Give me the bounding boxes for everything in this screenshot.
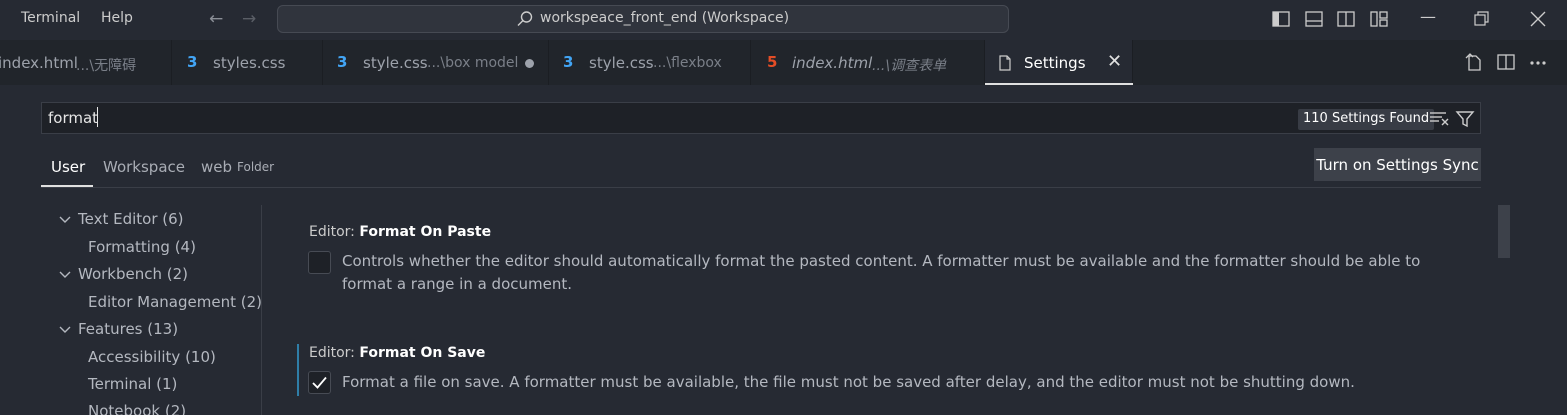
restore-icon[interactable] — [1471, 9, 1491, 29]
clear-filter-icon[interactable] — [1429, 110, 1449, 126]
setting-title-format-on-save: Editor: Format On Save — [309, 345, 485, 361]
toggle-panel-icon[interactable] — [1304, 9, 1324, 29]
toc-terminal[interactable]: Terminal (1) — [88, 375, 177, 393]
forward-arrow-icon[interactable]: → — [242, 9, 256, 29]
setting-name: Format On Paste — [359, 224, 492, 240]
title-bar: Terminal Help ← → workspeace_front_end (… — [0, 0, 1567, 40]
editor-tab-bar: index.html ...\无障碍 3 styles.css 3 style.… — [0, 40, 1567, 85]
setting-name: Format On Save — [359, 345, 486, 361]
svg-text:3: 3 — [337, 54, 347, 70]
css-icon: 3 — [337, 54, 347, 70]
command-center-label: workspeace_front_end (Workspace) — [540, 10, 790, 26]
toc-formatting[interactable]: Formatting (4) — [88, 238, 196, 256]
settings-search-input[interactable] — [48, 107, 1248, 129]
customize-layout-icon[interactable] — [1369, 9, 1389, 29]
tab-label: style.css — [589, 54, 654, 72]
format-on-paste-checkbox[interactable] — [308, 251, 331, 274]
html-icon: 5 — [767, 54, 777, 70]
close-window-icon[interactable] — [1528, 9, 1548, 29]
active-tab-indicator — [985, 83, 1133, 85]
tab-path: ...\box model — [427, 55, 519, 71]
tab-path: ...\调查表单 — [872, 58, 947, 74]
setting-title-format-on-paste: Editor: Format On Paste — [309, 224, 491, 240]
toc-notebook[interactable]: Notebook (2) — [88, 402, 186, 415]
open-settings-json-icon[interactable] — [1464, 52, 1484, 72]
back-arrow-icon[interactable]: ← — [209, 9, 223, 29]
setting-description: Controls whether the editor should autom… — [342, 252, 1421, 293]
tab-styles-css[interactable]: 3 styles.css — [172, 40, 323, 85]
scope-divider — [41, 187, 1481, 188]
tab-label: Settings — [1024, 54, 1086, 72]
toggle-secondary-sidebar-icon[interactable] — [1336, 9, 1356, 29]
filter-icon[interactable] — [1455, 110, 1475, 128]
format-on-save-checkbox[interactable] — [308, 371, 331, 394]
unsaved-dot-icon[interactable] — [525, 59, 534, 68]
check-icon — [312, 376, 327, 389]
more-actions-icon[interactable] — [1528, 52, 1548, 72]
scrollbar-thumb[interactable] — [1498, 205, 1510, 258]
svg-text:3: 3 — [563, 54, 573, 70]
chevron-down-icon[interactable] — [59, 325, 71, 335]
tab-label: index.html — [0, 54, 78, 72]
settings-found-count: 110 Settings Found — [1298, 109, 1435, 130]
setting-description: Format a file on save. A formatter must … — [342, 373, 1355, 391]
tab-style-css-box-model[interactable]: 3 style.css ...\box model — [323, 40, 549, 85]
command-center[interactable]: workspeace_front_end (Workspace) — [277, 5, 1009, 33]
tab-index-html-a11y[interactable]: index.html ...\无障碍 — [0, 40, 172, 85]
menu-terminal[interactable]: Terminal — [21, 10, 80, 26]
tab-settings[interactable]: Settings ✕ — [985, 40, 1133, 85]
scope-tab-folder-label: Folder — [237, 160, 275, 174]
scope-tab-folder[interactable]: web — [201, 158, 232, 176]
toc-editor-management[interactable]: Editor Management (2) — [88, 293, 262, 311]
split-editor-icon[interactable] — [1496, 52, 1516, 72]
tab-label: styles.css — [213, 54, 286, 72]
close-tab-icon[interactable]: ✕ — [1107, 51, 1122, 72]
toc-workbench[interactable]: Workbench (2) — [78, 265, 188, 283]
setting-focus-indicator — [297, 344, 299, 396]
tab-style-css-flexbox[interactable]: 3 style.css ...\flexbox — [549, 40, 751, 85]
menu-help[interactable]: Help — [101, 10, 133, 26]
svg-text:3: 3 — [187, 54, 197, 70]
tab-index-html-survey[interactable]: 5 index.html ...\调查表单 — [751, 40, 985, 85]
search-icon — [517, 11, 533, 26]
toggle-primary-sidebar-icon[interactable] — [1271, 9, 1291, 29]
tab-path: ...\无障碍 — [76, 58, 137, 74]
settings-search-box — [41, 102, 1481, 134]
settings-file-icon — [999, 55, 1011, 71]
tab-label: index.html — [792, 54, 873, 72]
minimize-icon[interactable]: — — [1420, 7, 1436, 26]
scope-tab-user[interactable]: User — [51, 158, 85, 176]
toc-features[interactable]: Features (13) — [78, 320, 178, 338]
chevron-down-icon[interactable] — [59, 270, 71, 280]
svg-text:5: 5 — [767, 54, 777, 70]
tab-path: ...\flexbox — [653, 55, 722, 71]
setting-category: Editor: — [309, 224, 360, 240]
scope-tab-workspace[interactable]: Workspace — [103, 158, 185, 176]
css-icon: 3 — [187, 54, 197, 70]
text-caret — [97, 107, 98, 127]
css-icon: 3 — [563, 54, 573, 70]
chevron-down-icon[interactable] — [59, 215, 71, 225]
turn-on-settings-sync-button[interactable]: Turn on Settings Sync — [1314, 148, 1481, 181]
tab-label: style.css — [363, 54, 428, 72]
setting-category: Editor: — [309, 345, 360, 361]
toc-text-editor[interactable]: Text Editor (6) — [78, 210, 184, 228]
toc-divider — [261, 205, 262, 415]
toc-accessibility[interactable]: Accessibility (10) — [88, 348, 216, 366]
